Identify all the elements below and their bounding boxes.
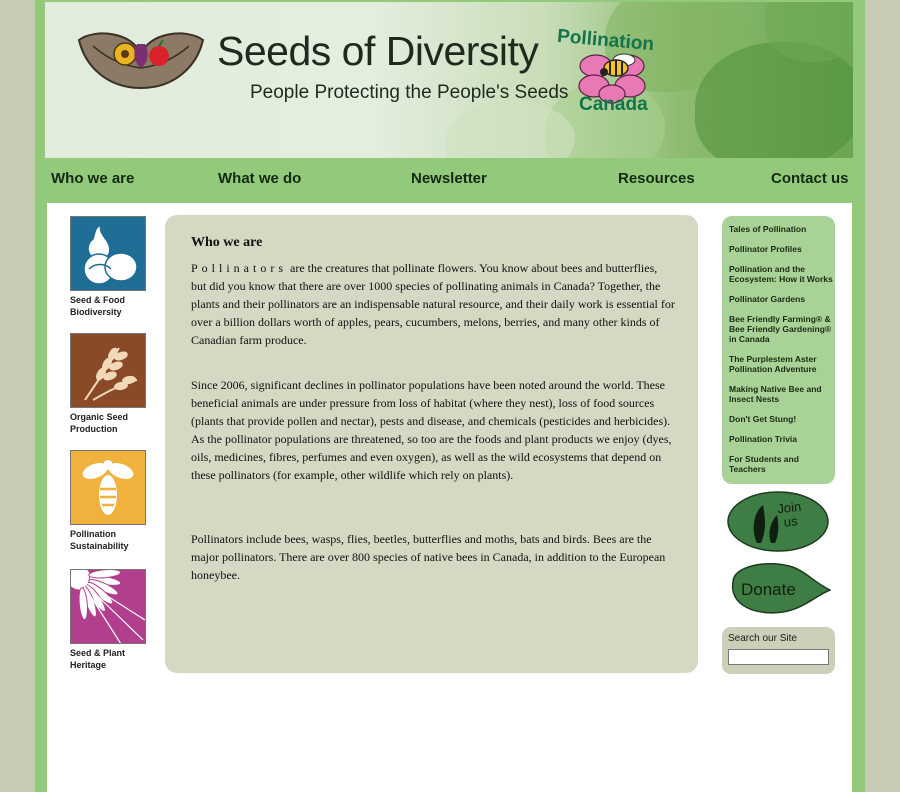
donate-label: Donate — [741, 580, 796, 599]
nav-what-we-do[interactable]: What we do — [218, 170, 301, 187]
side-item-pollination-trivia[interactable]: Pollination Trivia — [729, 434, 833, 444]
site-tagline: People Protecting the People's Seeds — [250, 82, 569, 103]
join-us-label: Join us — [776, 498, 802, 530]
seed-food-biodiversity-label[interactable]: Seed & Food Biodiversity — [70, 294, 150, 318]
side-item-students-teachers[interactable]: For Students and Teachers — [729, 454, 833, 474]
seed-food-biodiversity-link[interactable] — [70, 216, 146, 291]
vegetables-icon — [83, 223, 138, 285]
intro-paragraph: Pollinators are the creatures that polli… — [191, 259, 675, 349]
side-item-bee-friendly[interactable]: Bee Friendly Farming® & Bee Friendly Gar… — [729, 314, 833, 344]
search-input[interactable] — [728, 649, 829, 665]
nav-contact-us[interactable]: Contact us — [771, 170, 849, 187]
side-item-tales-of-pollination[interactable]: Tales of Pollination — [729, 224, 833, 234]
flower-icon — [66, 565, 146, 645]
main-content-panel: Who we are Pollinators are the creatures… — [165, 215, 698, 673]
nav-newsletter[interactable]: Newsletter — [411, 170, 487, 187]
side-item-ecosystem[interactable]: Pollination and the Ecosystem: How it Wo… — [729, 264, 833, 284]
page-title: Who we are — [191, 235, 263, 250]
bee-icon — [82, 460, 134, 515]
pollination-side-menu: Tales of Pollination Pollinator Profiles… — [722, 216, 835, 484]
side-item-pollinator-gardens[interactable]: Pollinator Gardens — [729, 294, 833, 304]
search-label: Search our Site — [728, 633, 797, 644]
site-banner: Seeds of Diversity People Protecting the… — [45, 2, 853, 158]
pollination-sustainability-label[interactable]: Pollination Sustainability — [70, 528, 150, 552]
canada-logo-text: Canada — [579, 94, 648, 115]
join-us-button[interactable]: Join us — [727, 491, 829, 552]
donate-button[interactable]: Donate — [727, 560, 832, 615]
side-item-purplestem-aster[interactable]: The Purplestem Aster Pollination Adventu… — [729, 354, 833, 374]
nav-resources[interactable]: Resources — [618, 170, 695, 187]
intro-first-word: Pollinators — [191, 261, 288, 275]
side-item-native-bee-nests[interactable]: Making Native Bee and Insect Nests — [729, 384, 833, 404]
side-item-pollinator-profiles[interactable]: Pollinator Profiles — [729, 244, 833, 254]
main-nav: Who we are What we do Newsletter Resourc… — [35, 158, 865, 202]
banner-leaf — [445, 102, 575, 158]
wheat-icon — [84, 347, 138, 401]
pollinators-paragraph: Pollinators include bees, wasps, flies, … — [191, 532, 666, 582]
organic-seed-production-label[interactable]: Organic Seed Production — [70, 411, 150, 435]
decline-paragraph: Since 2006, significant declines in poll… — [191, 378, 672, 482]
search-box: Search our Site — [722, 627, 835, 674]
site-title: Seeds of Diversity — [217, 28, 539, 74]
nav-who-we-are[interactable]: Who we are — [51, 170, 134, 187]
side-item-dont-get-stung[interactable]: Don't Get Stung! — [729, 414, 833, 424]
seed-plant-heritage-link[interactable] — [66, 565, 146, 645]
pollination-sustainability-link[interactable] — [70, 450, 146, 525]
hands-logo-icon — [77, 32, 205, 90]
seed-plant-heritage-label[interactable]: Seed & Plant Heritage — [70, 647, 150, 671]
organic-seed-production-link[interactable] — [70, 333, 146, 408]
